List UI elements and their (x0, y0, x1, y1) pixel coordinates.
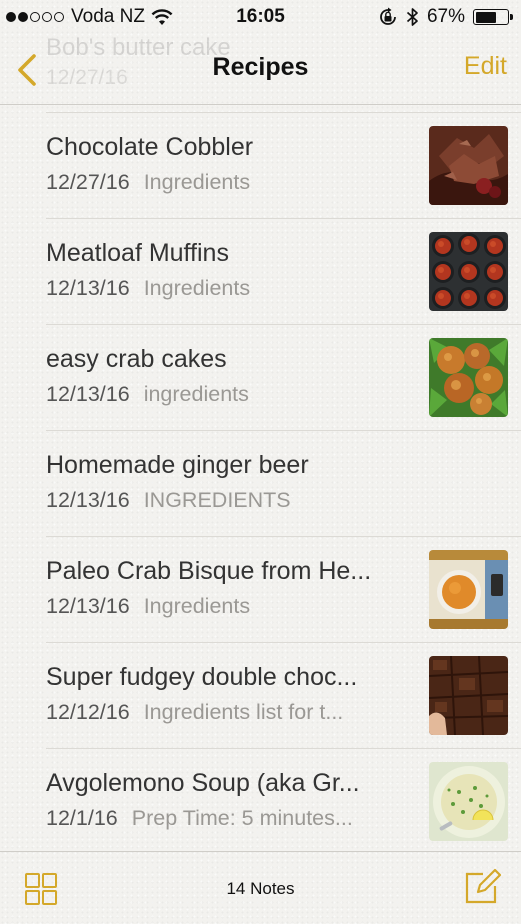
battery-icon (473, 9, 513, 25)
note-title: Meatloaf Muffins (46, 239, 229, 267)
chocolate-cobbler-image (429, 126, 508, 205)
note-thumbnail (429, 762, 508, 841)
note-snippet: Ingredients (143, 276, 251, 300)
note-date: 12/12/16 (46, 700, 130, 724)
note-meta: 12/13/16 Ingredients (46, 594, 402, 619)
nav-divider (0, 104, 521, 105)
note-date: 12/13/16 (46, 488, 130, 512)
note-thumbnail (429, 126, 508, 205)
edit-button[interactable]: Edit (464, 52, 507, 81)
brownies-image (429, 656, 508, 735)
compose-icon (465, 868, 502, 904)
note-row[interactable]: Paleo Crab Bisque from He... 12/13/16 Ing… (46, 536, 521, 642)
meatloaf-muffins-image (429, 232, 508, 311)
bottom-toolbar: 14 Notes (0, 851, 521, 924)
bluetooth-icon (406, 8, 418, 26)
note-meta: 12/12/16 Ingredients list for t... (46, 700, 402, 725)
note-row[interactable]: Homemade ginger beer 12/13/16 INGREDIENTS (46, 430, 521, 536)
note-meta: 12/13/16 INGREDIENTS (46, 488, 402, 513)
lock-rotation-icon (380, 7, 396, 25)
note-snippet: INGREDIENTS (143, 488, 291, 512)
note-date: 12/13/16 (46, 594, 130, 618)
note-date: 12/13/16 (46, 276, 130, 300)
battery-level (475, 11, 497, 23)
navigation-bar: Bob's butter cake 12/27/16 Recipes Edit (0, 34, 521, 104)
note-title: Homemade ginger beer (46, 451, 309, 479)
note-meta: 12/27/16 Ingredients (46, 170, 402, 195)
note-meta: 12/1/16 Prep Time: 5 minutes... (46, 806, 402, 831)
note-date: 12/13/16 (46, 382, 130, 406)
note-count: 14 Notes (226, 879, 295, 898)
note-row[interactable]: Meatloaf Muffins 12/13/16 Ingredients (46, 218, 521, 324)
page-title: Recipes (212, 53, 309, 81)
note-list: Chocolate Cobbler 12/27/16 Ingredients Me… (0, 112, 521, 854)
note-title: Paleo Crab Bisque from He... (46, 557, 372, 585)
note-thumbnail (429, 656, 508, 735)
note-snippet: Prep Time: 5 minutes... (131, 806, 353, 830)
note-thumbnail (429, 232, 508, 311)
note-row[interactable]: Chocolate Cobbler 12/27/16 Ingredients (46, 112, 521, 218)
status-right: 67% (378, 6, 513, 28)
note-thumbnail (429, 338, 508, 417)
compose-button[interactable] (463, 868, 502, 906)
crab-cakes-image (429, 338, 508, 417)
battery-percent: 67% (426, 6, 465, 27)
note-snippet: Ingredients (143, 170, 251, 194)
note-date: 12/27/16 (46, 170, 130, 194)
crab-bisque-image (429, 550, 508, 629)
note-row[interactable]: Super fudgey double choc... 12/12/16 Ingr… (46, 642, 521, 748)
note-meta: 12/13/16 ingredients (46, 382, 402, 407)
note-snippet: Ingredients list for t... (143, 700, 344, 724)
note-meta: 12/13/16 Ingredients (46, 276, 402, 301)
avgolemono-soup-image (429, 762, 508, 841)
note-thumbnail (429, 550, 508, 629)
note-row[interactable]: easy crab cakes 12/13/16 ingredients (46, 324, 521, 430)
note-title: Super fudgey double choc... (46, 663, 358, 691)
status-bar: Voda NZ 16:05 67% (0, 0, 521, 34)
note-snippet: ingredients (143, 382, 249, 406)
note-date: 12/1/16 (46, 806, 118, 830)
note-title: Avgolemono Soup (aka Gr... (46, 769, 360, 797)
note-snippet: Ingredients (143, 594, 251, 618)
note-title: Chocolate Cobbler (46, 133, 254, 161)
note-title: easy crab cakes (46, 345, 227, 373)
note-row[interactable]: Avgolemono Soup (aka Gr... 12/1/16 Prep T… (46, 748, 521, 854)
